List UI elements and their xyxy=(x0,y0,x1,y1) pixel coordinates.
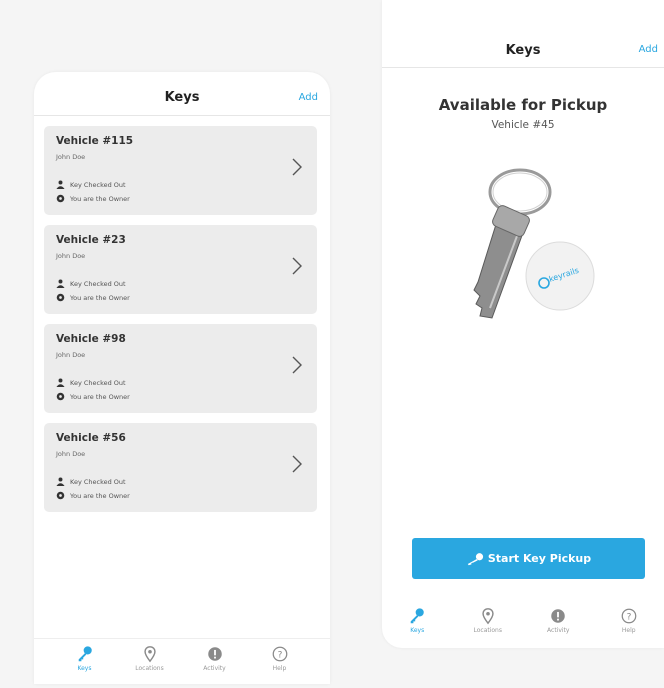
start-key-pickup-button[interactable]: Start Key Pickup xyxy=(412,538,645,579)
tab-bar: Keys Locations Activity ? Help xyxy=(34,638,330,678)
tab-keys[interactable]: Keys xyxy=(55,639,115,678)
gear-icon xyxy=(56,194,65,203)
key-status: Key Checked Out xyxy=(70,477,126,486)
key-image: keyrails xyxy=(473,168,595,319)
location-pin-icon xyxy=(143,646,156,663)
chevron-right-icon[interactable] xyxy=(291,356,303,374)
tab-help[interactable]: ? Help xyxy=(250,639,310,678)
tab-label: Activity xyxy=(547,626,570,634)
role-row: You are the Owner xyxy=(56,491,130,500)
nav-bar: Keys Add xyxy=(34,80,330,116)
role-row: You are the Owner xyxy=(56,392,130,401)
gear-icon xyxy=(56,392,65,401)
vehicle-card[interactable]: Vehicle #23 John Doe Key Checked Out You… xyxy=(44,225,317,314)
person-icon xyxy=(56,378,65,387)
location-pin-icon xyxy=(482,607,494,624)
person-icon xyxy=(56,279,65,288)
key-icon xyxy=(410,607,424,623)
vehicle-card[interactable]: Vehicle #56 John Doe Key Checked Out You… xyxy=(44,423,317,512)
page-title: Keys xyxy=(505,43,541,58)
status-row: Key Checked Out xyxy=(56,477,126,486)
key-icon xyxy=(78,646,92,662)
svg-text:?: ? xyxy=(626,612,631,622)
alert-icon xyxy=(551,608,565,623)
page-title: Keys xyxy=(164,90,200,105)
owner-name: John Doe xyxy=(56,252,86,260)
owner-role: You are the Owner xyxy=(70,392,130,401)
tab-label: Activity xyxy=(203,665,226,672)
help-icon: ? xyxy=(621,608,637,623)
vehicle-name: Vehicle #45 xyxy=(491,119,555,131)
key-icon xyxy=(467,552,483,565)
tab-activity[interactable]: Activity xyxy=(185,639,245,678)
vehicle-name: Vehicle #23 xyxy=(56,234,126,246)
keys-list-screen: Keys Add Vehicle #115 John Doe Key Check… xyxy=(34,72,330,684)
chevron-right-icon[interactable] xyxy=(291,257,303,275)
owner-role: You are the Owner xyxy=(70,293,130,302)
owner-name: John Doe xyxy=(56,450,86,458)
svg-text:?: ? xyxy=(277,651,282,661)
person-icon xyxy=(56,180,65,189)
key-pickup-screen: Keys Add Available for Pickup Vehicle #4… xyxy=(382,0,664,648)
status-row: Key Checked Out xyxy=(56,378,126,387)
key-status: Key Checked Out xyxy=(70,279,126,288)
tab-label: Keys xyxy=(410,626,425,634)
vehicle-name: Vehicle #56 xyxy=(56,432,126,444)
vehicle-card[interactable]: Vehicle #115 John Doe Key Checked Out Yo… xyxy=(44,126,317,215)
start-button-label: Start Key Pickup xyxy=(487,552,592,565)
tab-help[interactable]: ? Help xyxy=(599,600,659,640)
help-icon: ? xyxy=(272,646,287,662)
role-row: You are the Owner xyxy=(56,293,130,302)
chevron-right-icon[interactable] xyxy=(291,455,303,473)
add-button[interactable]: Add xyxy=(639,44,658,55)
vehicle-name: Vehicle #98 xyxy=(56,333,126,345)
vehicle-name: Vehicle #115 xyxy=(56,135,134,147)
status-row: Key Checked Out xyxy=(56,279,126,288)
tab-label: Locations xyxy=(473,626,502,634)
tab-keys[interactable]: Keys xyxy=(387,600,447,640)
gear-icon xyxy=(56,293,65,302)
tab-label: Locations xyxy=(135,665,164,672)
nav-bar: Keys Add xyxy=(382,0,664,68)
key-status: Key Checked Out xyxy=(70,180,126,189)
vehicle-list: Vehicle #115 John Doe Key Checked Out Yo… xyxy=(44,126,317,522)
status-row: Key Checked Out xyxy=(56,180,126,189)
pickup-heading: Available for Pickup xyxy=(438,96,608,114)
tab-bar: Keys Locations Activity ? Help xyxy=(382,600,664,640)
tab-locations[interactable]: Locations xyxy=(120,639,180,678)
add-button[interactable]: Add xyxy=(299,92,318,103)
role-row: You are the Owner xyxy=(56,194,130,203)
tab-label: Help xyxy=(272,665,287,672)
tab-activity[interactable]: Activity xyxy=(528,600,588,640)
owner-role: You are the Owner xyxy=(70,491,130,500)
tab-label: Help xyxy=(621,626,636,634)
vehicle-card[interactable]: Vehicle #98 John Doe Key Checked Out You… xyxy=(44,324,317,413)
tab-locations[interactable]: Locations xyxy=(458,600,518,640)
alert-icon xyxy=(207,647,222,661)
tab-label: Keys xyxy=(77,665,92,672)
key-status: Key Checked Out xyxy=(70,378,126,387)
chevron-right-icon[interactable] xyxy=(291,158,303,176)
person-icon xyxy=(56,477,65,486)
owner-name: John Doe xyxy=(56,351,86,359)
owner-role: You are the Owner xyxy=(70,194,130,203)
owner-name: John Doe xyxy=(56,153,86,161)
gear-icon xyxy=(56,491,65,500)
